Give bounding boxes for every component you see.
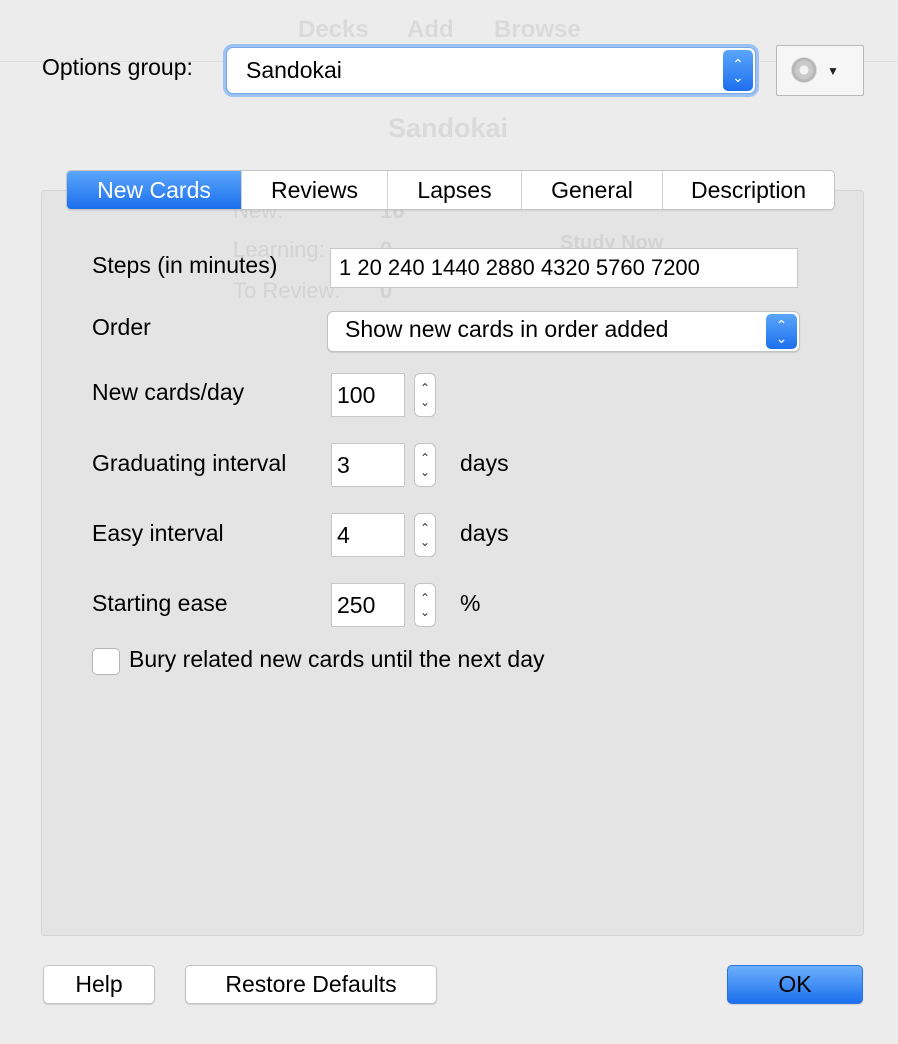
restore-defaults-button[interactable]: Restore Defaults [185,965,437,1004]
gear-icon [791,57,817,83]
options-group-value: Sandokai [246,57,342,83]
tab-bar: New Cards Reviews Lapses General Descrip… [66,170,835,210]
tab-lapses[interactable]: Lapses [387,171,521,209]
options-panel [41,190,864,936]
starting-ease-stepper[interactable]: ⌃ ⌄ [414,583,436,627]
order-label: Order [92,314,151,340]
bg-add-label: Add [407,16,454,43]
easy-interval-stepper[interactable]: ⌃ ⌄ [414,513,436,557]
steps-input[interactable]: 1 20 240 1440 2880 4320 5760 7200 [330,248,798,288]
options-group-label: Options group: [42,54,193,80]
new-cards-per-day-input[interactable]: 100 [331,373,405,417]
easy-interval-label: Easy interval [92,520,224,546]
options-group-select[interactable]: Sandokai ⌃ ⌄ [226,47,756,94]
order-select[interactable]: Show new cards in order added ⌃ ⌄ [327,311,800,352]
graduating-interval-stepper[interactable]: ⌃ ⌄ [414,443,436,487]
starting-ease-label: Starting ease [92,590,228,616]
tab-description[interactable]: Description [662,171,834,209]
bg-browse-label: Browse [494,16,581,43]
tab-new-cards[interactable]: New Cards [67,171,241,209]
bg-decks-label: Decks [298,16,369,43]
bury-label: Bury related new cards until the next da… [129,646,545,672]
updown-arrows-icon: ⌃ ⌄ [766,314,797,349]
easy-interval-unit: days [460,520,509,546]
tab-general[interactable]: General [521,171,662,209]
gear-menu-button[interactable]: ▼ [776,45,864,96]
graduating-interval-unit: days [460,450,509,476]
starting-ease-input[interactable]: 250 [331,583,405,627]
new-cards-per-day-stepper[interactable]: ⌃ ⌄ [414,373,436,417]
ok-button[interactable]: OK [727,965,863,1004]
tab-reviews[interactable]: Reviews [241,171,387,209]
steps-label: Steps (in minutes) [92,252,278,278]
starting-ease-unit: % [460,590,481,616]
bg-stat-review-label: To Review: [233,278,341,303]
chevron-down-icon: ▼ [827,64,839,78]
bury-checkbox[interactable] [92,648,120,675]
graduating-interval-label: Graduating interval [92,450,287,476]
help-button[interactable]: Help [43,965,155,1004]
easy-interval-input[interactable]: 4 [331,513,405,557]
updown-arrows-icon: ⌃ ⌄ [723,50,753,91]
bg-deck-title: Sandokai [388,113,509,143]
order-value: Show new cards in order added [345,316,669,342]
new-cards-per-day-label: New cards/day [92,379,245,405]
graduating-interval-input[interactable]: 3 [331,443,405,487]
